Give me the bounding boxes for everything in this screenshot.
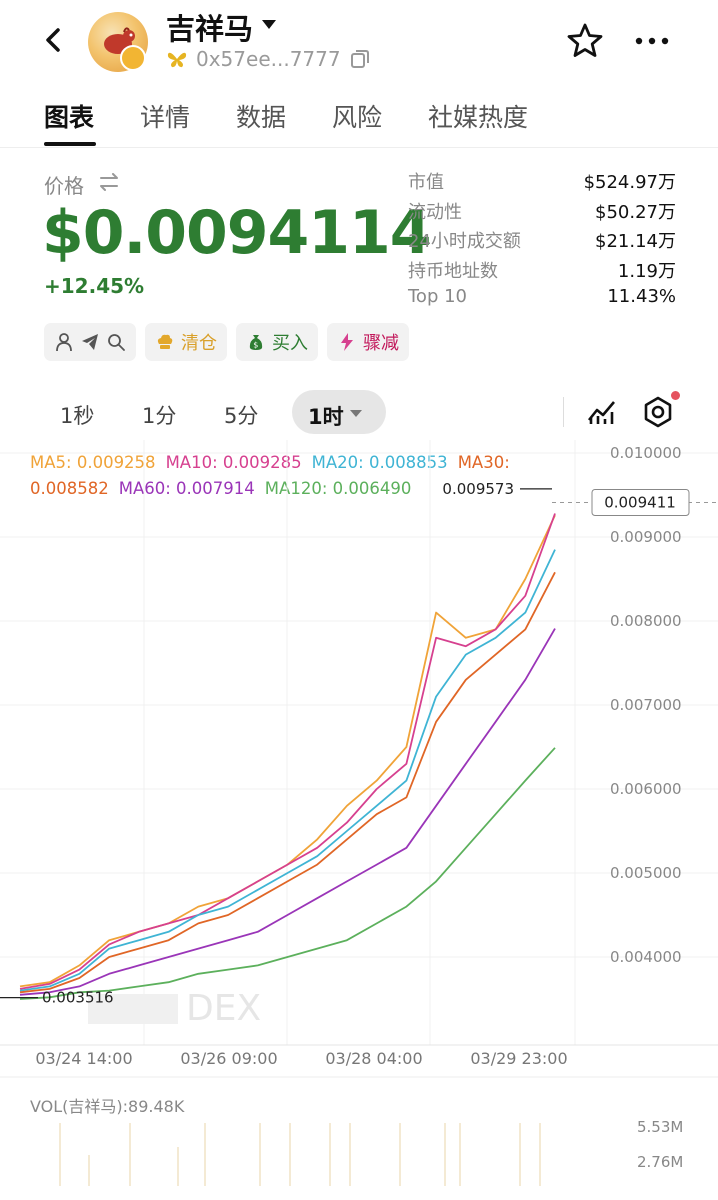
plunge-pill[interactable]: 骤减 [327,323,409,361]
stat-value: $21.14万 [595,231,676,252]
stat-key: Top 10 [408,286,468,307]
stat-value: 1.19万 [617,260,676,282]
current-price-label: 0.009411 [604,493,676,511]
social-links-pill[interactable] [44,323,136,361]
interval-1m[interactable]: 1分 [142,400,176,430]
tab-risk[interactable]: 风险 [332,98,382,134]
high-price-label: 0.009573 [442,480,514,498]
y-tick-label: 0.008000 [610,612,682,630]
butterfly-icon [167,52,187,68]
price-chart[interactable]: 0.010000 0.009000 0.008000 0.007000 0.006000… [0,440,718,1200]
price-label: 价格 [44,174,84,198]
stat-value: $524.97万 [583,172,676,193]
x-tick-label: 03/24 14:00 [35,1049,132,1068]
money-bag-icon: $ [249,335,263,350]
y-tick-label: 0.006000 [610,780,682,798]
x-tick-label: 03/29 23:00 [470,1049,567,1068]
chef-hat-icon [157,334,173,349]
y-tick-label: 0.009000 [610,528,682,546]
stat-key: 市值 [408,172,444,193]
chart-settings-icon[interactable] [640,394,676,430]
clear-position-pill[interactable]: 清仓 [145,323,227,361]
stat-key: 流动性 [408,201,462,223]
current-price: $0.0094114 [42,198,432,268]
stat-row: Top 10 11.43% [408,286,676,316]
toolbar-divider [563,397,564,427]
token-name: 吉祥马 [166,12,254,46]
indicators-icon[interactable] [586,396,618,428]
caret-down-icon[interactable] [262,20,276,29]
volume-tick-label: 2.76M [637,1153,683,1171]
y-tick-label: 0.004000 [610,948,682,966]
lightning-icon [341,333,353,351]
dropdown-caret-icon [350,410,362,417]
more-options-icon[interactable] [634,36,670,46]
back-arrow-icon[interactable] [36,22,72,58]
user-icon[interactable] [54,332,74,352]
x-tick-label: 03/28 04:00 [325,1049,422,1068]
clear-position-label: 清仓 [181,333,217,354]
search-icon[interactable] [106,332,126,352]
plunge-label: 骤减 [363,333,399,354]
telegram-icon[interactable] [80,332,100,352]
active-tab-indicator [44,142,96,146]
action-pills: 清仓 $ 买入 骤减 [44,323,409,361]
copy-icon[interactable] [349,48,371,70]
stat-row: 24小时成交额 $21.14万 [408,227,676,257]
tab-social[interactable]: 社媒热度 [428,98,528,134]
interval-1h-selected[interactable]: 1时 [292,390,386,434]
interval-5m[interactable]: 5分 [224,400,258,430]
buy-label: 买入 [272,333,308,354]
interval-1s[interactable]: 1秒 [60,400,94,430]
favorite-star-icon[interactable] [566,22,604,60]
tab-data[interactable]: 数据 [236,98,286,134]
tab-bar: 图表 详情 数据 风险 社媒热度 [0,92,718,148]
y-tick-label: 0.005000 [610,864,682,882]
interval-1h-label: 1时 [308,405,344,429]
notification-dot [671,391,680,400]
dex-watermark: DEX [186,988,261,1029]
y-tick-label: 0.007000 [610,696,682,714]
tab-details[interactable]: 详情 [140,98,190,134]
svg-text:$: $ [253,341,258,350]
top-bar: 吉祥马 0x57ee...7777 [0,0,718,85]
stat-value: 11.43% [607,286,676,307]
stats-panel: 市值 $524.97万 流动性 $50.27万 24小时成交额 $21.14万 持币地… [408,168,676,316]
low-price-label: 0.003516 [42,989,114,1007]
stat-row: 持币地址数 1.19万 [408,257,676,287]
stat-key: 持币地址数 [408,260,498,282]
volume-label: VOL(吉祥马):89.48K [30,1097,185,1116]
buy-pill[interactable]: $ 买入 [236,323,318,361]
price-change: +12.45% [44,274,145,298]
swap-arrows-icon[interactable] [98,173,120,191]
stat-value: $50.27万 [595,201,676,223]
stat-key: 24小时成交额 [408,231,521,252]
stat-row: 市值 $524.97万 [408,168,676,198]
bnb-chain-badge-icon [120,45,146,71]
address-row: 0x57ee...7777 [166,46,371,72]
tab-chart[interactable]: 图表 [44,98,94,134]
contract-address: 0x57ee...7777 [196,47,341,71]
x-tick-label: 03/26 09:00 [180,1049,277,1068]
y-tick-label: 0.010000 [610,444,682,462]
stat-row: 流动性 $50.27万 [408,198,676,228]
volume-tick-label: 5.53M [637,1118,683,1136]
